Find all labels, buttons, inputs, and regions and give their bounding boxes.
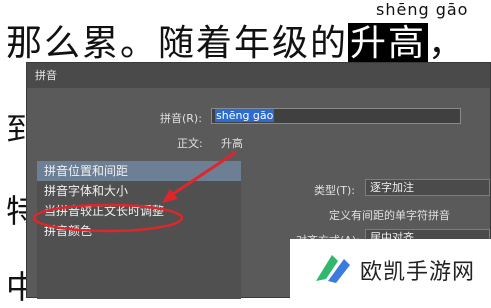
highlight-ellipse: [32, 203, 184, 233]
arrow-shaft: [169, 150, 237, 198]
watermark-text: 欧凯手游网: [360, 260, 476, 285]
brand-logo-icon: [316, 255, 350, 283]
watermark-badge: 欧凯手游网: [290, 239, 491, 298]
